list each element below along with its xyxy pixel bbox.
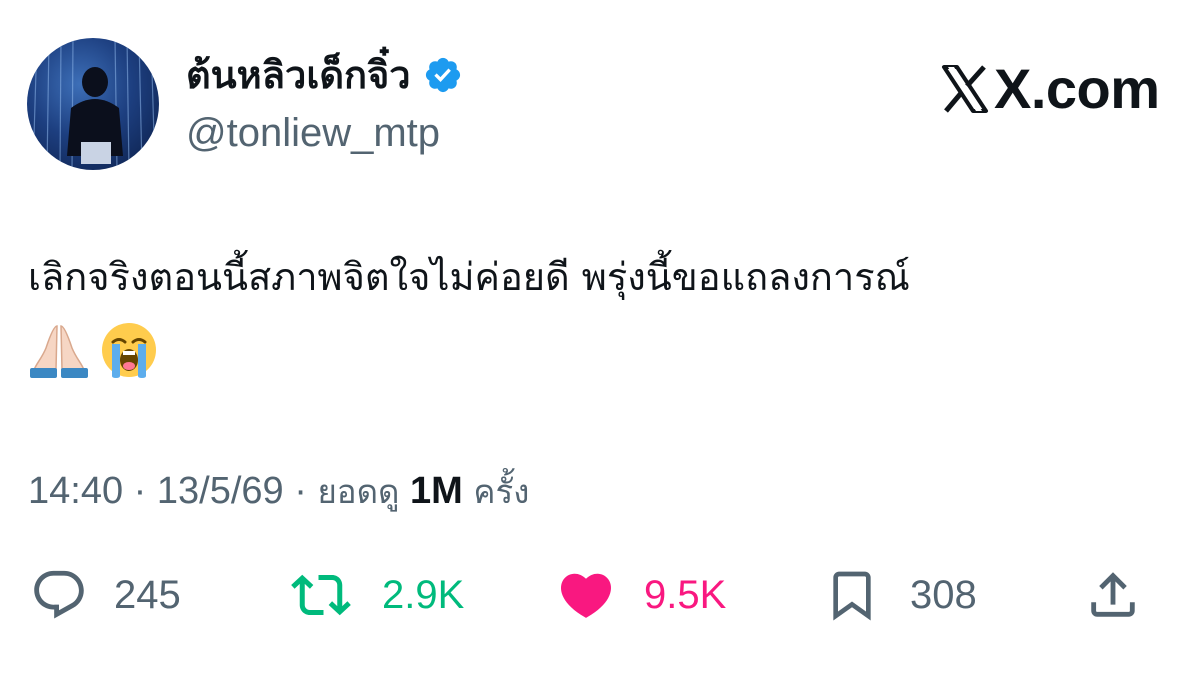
action-bar: 245 2.9K 9.5K 308 [0, 560, 1179, 630]
loudly-crying-face-emoji [102, 323, 156, 378]
like-count: 9.5K [644, 573, 727, 617]
views-suffix: ครั้ง [473, 472, 530, 511]
brand-logo: X.com [940, 58, 1160, 120]
bookmark-icon [833, 571, 871, 621]
verified-badge-icon [425, 57, 460, 93]
repost-count: 2.9K [382, 573, 465, 617]
share-button[interactable] [1084, 560, 1142, 630]
display-name-row[interactable]: ต้นหลิวเด็กจิ๋ว [186, 52, 463, 98]
reply-count: 245 [114, 573, 181, 617]
heart-icon [560, 573, 612, 618]
like-button[interactable]: 9.5K [554, 560, 726, 630]
views-count: 1M [410, 470, 463, 512]
meta-separator: · [294, 470, 307, 512]
x-logo-icon [942, 65, 988, 113]
display-name[interactable]: ต้นหลิวเด็กจิ๋ว [186, 52, 411, 98]
reply-icon [34, 570, 84, 619]
brand-text: X.com [994, 57, 1160, 120]
meta-separator: · [133, 470, 147, 512]
avatar[interactable] [27, 38, 159, 170]
tweet-meta: 14:40 · 13/5/69 · ยอดดู 1M ครั้ง [28, 468, 529, 515]
tweet-text: เลิกจริงตอนนี้สภาพจิตใจไม่ค่อยดี พรุ่งนี… [28, 255, 910, 299]
user-handle[interactable]: @tonliew_mtp [186, 110, 440, 156]
tweet-time[interactable]: 14:40 [28, 470, 123, 512]
views-label: ยอดดู [317, 472, 400, 511]
repost-button[interactable]: 2.9K [286, 560, 464, 630]
repost-icon [291, 574, 351, 616]
tweet-date[interactable]: 13/5/69 [157, 470, 284, 512]
reply-button[interactable]: 245 [28, 560, 181, 630]
bookmark-count: 308 [910, 573, 977, 617]
tweet-emojis [28, 320, 160, 380]
folded-hands-emoji [30, 325, 88, 378]
bookmark-button[interactable]: 308 [824, 560, 977, 630]
share-icon [1091, 572, 1135, 617]
